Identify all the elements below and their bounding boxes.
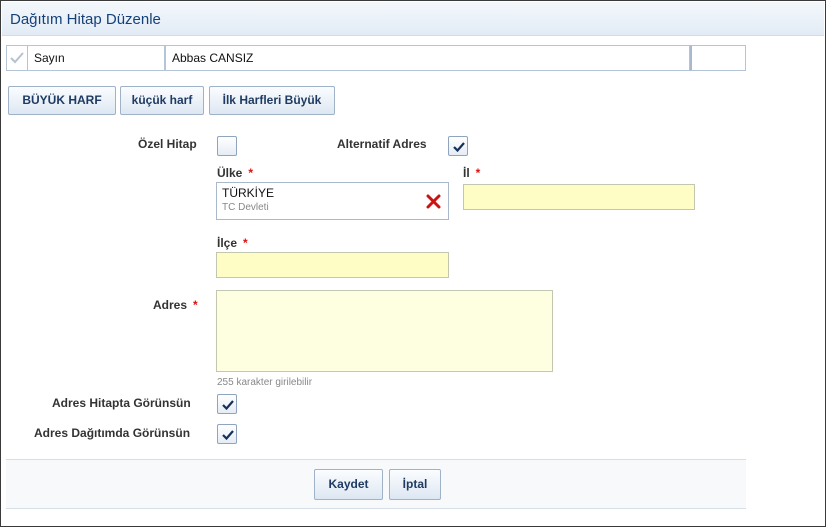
adres-label-text: Adres: [153, 298, 188, 312]
ulke-label: Ülke *: [217, 166, 253, 180]
il-label-text: İl: [463, 166, 470, 180]
cancel-button[interactable]: İptal: [389, 469, 441, 500]
adres-hitapta-label: Adres Hitapta Görünsün: [52, 396, 191, 410]
ozel-hitap-checkbox[interactable]: [217, 136, 237, 156]
suffix-field[interactable]: [690, 45, 746, 71]
checkmark-icon: [10, 52, 24, 64]
lowercase-button[interactable]: küçük harf: [120, 86, 204, 115]
adres-label: Adres *: [153, 298, 198, 312]
adres-textarea[interactable]: [216, 290, 553, 372]
title-bar: Dağıtım Hitap Düzenle: [2, 2, 824, 36]
titlecase-button[interactable]: İlk Harfleri Büyük: [209, 86, 335, 115]
hitap-row-check[interactable]: [6, 45, 27, 71]
alternatif-adres-label: Alternatif Adres: [337, 137, 427, 151]
checkmark-icon: [222, 400, 234, 411]
save-button[interactable]: Kaydet: [314, 469, 383, 500]
adres-dagitimda-checkbox[interactable]: [217, 424, 237, 444]
checkmark-icon: [453, 142, 465, 153]
il-input[interactable]: [463, 184, 695, 210]
uppercase-button[interactable]: BÜYÜK HARF: [8, 86, 116, 115]
required-mark: *: [475, 166, 481, 180]
ulke-subtitle: TC Devleti: [222, 202, 269, 213]
ulke-label-text: Ülke: [217, 166, 243, 180]
ilce-label-text: İlçe: [217, 236, 238, 250]
ulke-selector[interactable]: TÜRKİYE TC Devleti: [216, 182, 449, 220]
required-mark: *: [193, 298, 198, 312]
x-icon[interactable]: [426, 194, 441, 209]
ilce-input[interactable]: [216, 252, 449, 278]
adres-hitapta-checkbox[interactable]: [217, 394, 237, 414]
checkmark-icon: [222, 430, 234, 441]
ozel-hitap-label: Özel Hitap: [138, 137, 197, 151]
adres-dagitimda-label: Adres Dağıtımda Görünsün: [34, 426, 191, 440]
ulke-value: TÜRKİYE: [222, 186, 275, 200]
required-mark: *: [243, 236, 248, 250]
dialog-window: Dağıtım Hitap Düzenle Sayın Abbas CANSIZ…: [0, 0, 826, 527]
required-mark: *: [248, 166, 254, 180]
il-label: İl *: [463, 166, 480, 180]
recipient-name-field[interactable]: Abbas CANSIZ: [165, 45, 690, 71]
alternatif-adres-checkbox[interactable]: [448, 136, 468, 156]
ilce-label: İlçe *: [217, 236, 248, 250]
salutation-field[interactable]: Sayın: [27, 45, 165, 71]
adres-char-limit-hint: 255 karakter girilebilir: [217, 377, 313, 388]
dialog-title: Dağıtım Hitap Düzenle: [10, 11, 161, 28]
